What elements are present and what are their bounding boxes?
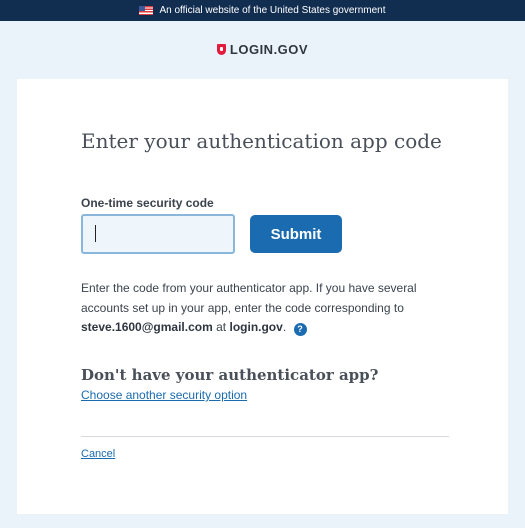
at-text: at bbox=[216, 320, 227, 334]
us-flag-icon bbox=[139, 6, 154, 15]
help-icon[interactable]: ? bbox=[293, 323, 307, 336]
page-title: Enter your authentication app code bbox=[81, 129, 442, 153]
security-code-input[interactable] bbox=[81, 214, 235, 254]
domain-name: login.gov bbox=[229, 320, 283, 334]
divider bbox=[81, 436, 449, 437]
gov-banner: An official website of the United States… bbox=[0, 0, 525, 21]
brand-name: LOGIN.GOV bbox=[229, 42, 309, 57]
gov-banner-text: An official website of the United States… bbox=[159, 5, 386, 16]
no-app-heading: Don't have your authenticator app? bbox=[81, 366, 379, 384]
text-caret bbox=[95, 225, 96, 242]
shield-icon bbox=[216, 44, 226, 55]
user-email: steve.1600@gmail.com bbox=[81, 320, 213, 334]
instructions-text: Enter the code from your authenticator a… bbox=[81, 279, 451, 338]
period-text: . bbox=[282, 320, 287, 334]
choose-another-option-link[interactable]: Choose another security option bbox=[81, 388, 247, 402]
cancel-link[interactable]: Cancel bbox=[81, 448, 115, 460]
instructions-body: Enter the code from your authenticator a… bbox=[81, 281, 417, 315]
submit-button[interactable]: Submit bbox=[250, 215, 342, 253]
auth-card: Enter your authentication app code One-t… bbox=[17, 79, 508, 514]
login-gov-logo[interactable]: LOGIN.GOV bbox=[0, 42, 525, 57]
code-field-label: One-time security code bbox=[81, 196, 214, 210]
